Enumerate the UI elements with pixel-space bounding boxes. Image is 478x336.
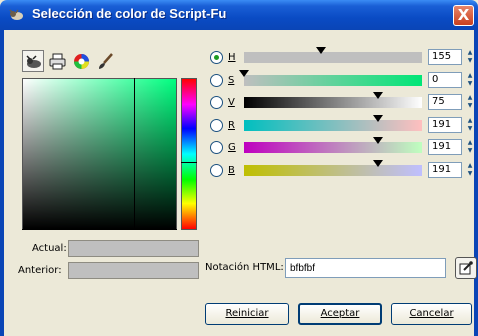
sv-crosshair-vertical <box>134 78 135 230</box>
printer-cmyk-icon <box>49 53 66 70</box>
radio-b[interactable] <box>210 164 223 177</box>
radio-v[interactable] <box>210 96 223 109</box>
title-bar[interactable]: Selección de color de Script-Fu X <box>0 0 478 30</box>
slider-thumb-v[interactable] <box>373 92 383 99</box>
spin-arrows-h[interactable]: ▲ ▼ <box>465 49 475 65</box>
html-notation-input[interactable] <box>285 258 446 278</box>
anterior-label: Anterior: <box>18 265 62 276</box>
spin-arrows-r[interactable]: ▲ ▼ <box>465 117 475 133</box>
spin-up-icon[interactable]: ▲ <box>465 139 475 147</box>
color-wheel-icon <box>74 54 89 69</box>
spin-arrows-s[interactable]: ▲ ▼ <box>465 72 475 88</box>
channel-label-r: R <box>228 120 235 131</box>
close-icon: X <box>457 6 470 24</box>
html-notation-label: Notación HTML: <box>205 262 284 273</box>
close-button[interactable]: X <box>453 5 474 26</box>
slider-thumb-s[interactable] <box>239 70 249 77</box>
slider-thumb-r[interactable] <box>373 115 383 122</box>
channel-label-v: V <box>228 97 235 108</box>
radio-s[interactable] <box>210 74 223 87</box>
reset-button[interactable]: Reiniciar <box>205 303 289 325</box>
slider-thumb-g[interactable] <box>373 137 383 144</box>
color-picker-button[interactable] <box>455 257 477 279</box>
wilber-icon <box>9 9 23 20</box>
spin-down-icon[interactable]: ▼ <box>465 147 475 155</box>
window-border-left <box>0 30 4 336</box>
spin-h[interactable]: 155 <box>428 49 462 65</box>
actual-label: Actual: <box>32 243 67 254</box>
slider-g[interactable] <box>244 142 422 153</box>
spin-down-icon[interactable]: ▼ <box>465 57 475 65</box>
radio-g[interactable] <box>210 141 223 154</box>
paintbrush-icon <box>99 53 113 69</box>
slider-s[interactable] <box>244 75 422 86</box>
spin-up-icon[interactable]: ▲ <box>465 162 475 170</box>
saturation-value-area[interactable] <box>22 78 177 230</box>
spin-r[interactable]: 191 <box>428 117 462 133</box>
spin-up-icon[interactable]: ▲ <box>465 94 475 102</box>
spin-down-icon[interactable]: ▼ <box>465 80 475 88</box>
slider-thumb-h[interactable] <box>316 47 326 54</box>
gimp-selector-icon <box>26 55 41 68</box>
channel-label-h: H <box>228 52 236 63</box>
previous-color-swatch[interactable] <box>68 262 199 279</box>
channel-label-b: B <box>228 165 235 176</box>
channel-label-g: G <box>228 142 236 153</box>
window-title: Selección de color de Script-Fu <box>32 6 227 21</box>
channel-label-s: S <box>228 75 235 86</box>
spin-s[interactable]: 0 <box>428 72 462 88</box>
tool-gimp-selector[interactable] <box>22 50 44 72</box>
eyedropper-icon <box>459 261 473 275</box>
spin-up-icon[interactable]: ▲ <box>465 49 475 57</box>
tool-color-wheel[interactable] <box>70 50 92 72</box>
tool-cmyk[interactable] <box>46 50 68 72</box>
slider-v[interactable] <box>244 97 422 108</box>
spin-g[interactable]: 191 <box>428 139 462 155</box>
cancel-button[interactable]: Cancelar <box>391 303 472 325</box>
slider-r[interactable] <box>244 120 422 131</box>
spin-down-icon[interactable]: ▼ <box>465 170 475 178</box>
slider-h[interactable] <box>244 52 422 63</box>
accept-button[interactable]: Aceptar <box>298 303 382 325</box>
slider-thumb-b[interactable] <box>373 160 383 167</box>
spin-arrows-g[interactable]: ▲ ▼ <box>465 139 475 155</box>
spin-down-icon[interactable]: ▼ <box>465 125 475 133</box>
spin-arrows-b[interactable]: ▲ ▼ <box>465 162 475 178</box>
tool-watercolor[interactable] <box>94 50 116 72</box>
spin-up-icon[interactable]: ▲ <box>465 72 475 80</box>
sv-crosshair-horizontal <box>22 229 177 230</box>
slider-b[interactable] <box>244 165 422 176</box>
spin-arrows-v[interactable]: ▲ ▼ <box>465 94 475 110</box>
radio-h[interactable] <box>210 51 223 64</box>
actual-color-swatch <box>68 240 199 257</box>
spin-up-icon[interactable]: ▲ <box>465 117 475 125</box>
spin-v[interactable]: 75 <box>428 94 462 110</box>
spin-b[interactable]: 191 <box>428 162 462 178</box>
hue-marker <box>181 162 197 163</box>
radio-r[interactable] <box>210 119 223 132</box>
hue-strip[interactable] <box>181 78 197 230</box>
spin-down-icon[interactable]: ▼ <box>465 102 475 110</box>
